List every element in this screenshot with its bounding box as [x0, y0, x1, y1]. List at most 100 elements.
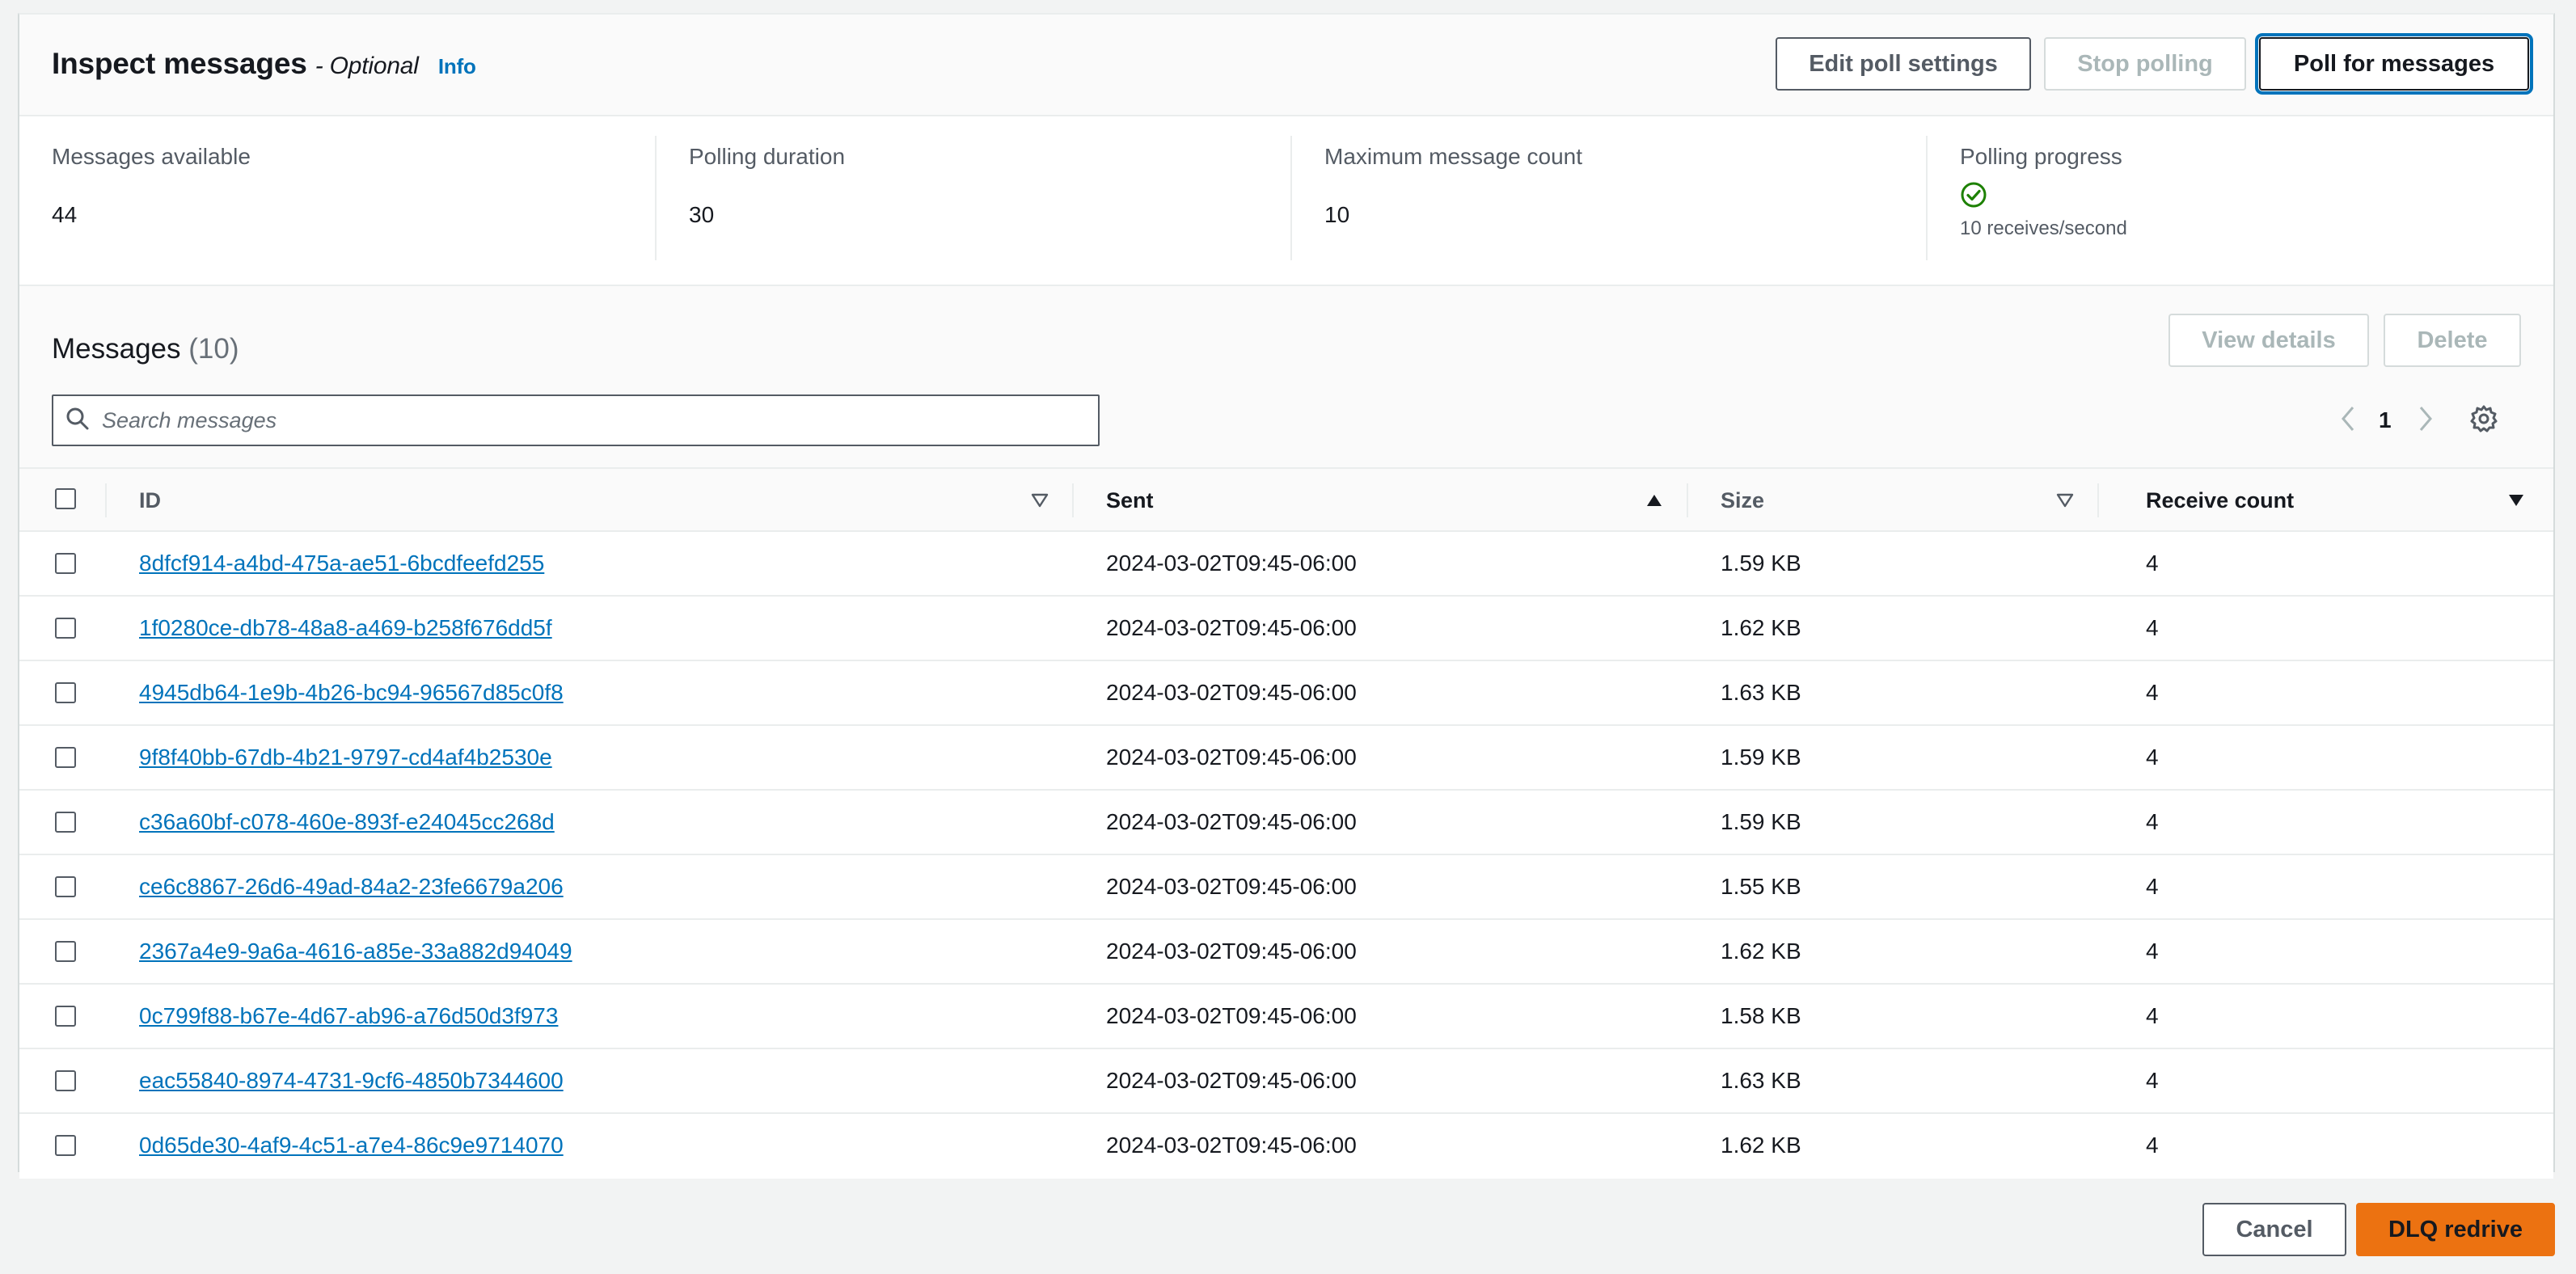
page-number[interactable]: 1 [2379, 407, 2392, 433]
table-row[interactable]: 0d65de30-4af9-4c51-a7e4-86c9e9714070 202… [19, 1114, 2553, 1179]
message-id-link[interactable]: 0c799f88-b67e-4d67-ab96-a76d50d3f973 [139, 1003, 558, 1029]
table-row[interactable]: ce6c8867-26d6-49ad-84a2-23fe6679a206 202… [19, 855, 2553, 920]
row-checkbox[interactable] [55, 1070, 76, 1091]
stat-value: 30 [689, 202, 715, 227]
message-id-link[interactable]: 1f0280ce-db78-48a8-a469-b258f676dd5f [139, 615, 552, 641]
stat-label: Polling duration [689, 144, 846, 169]
size-cell: 1.59 KB [1721, 745, 1801, 770]
message-id-link[interactable]: ce6c8867-26d6-49ad-84a2-23fe6679a206 [139, 874, 564, 900]
receive-count-cell: 4 [2146, 1068, 2159, 1093]
panel-title: Inspect messages - Optional Info [52, 47, 476, 81]
message-id-link[interactable]: 8dfcf914-a4bd-475a-ae51-6bcdfeefd255 [139, 551, 544, 576]
view-details-button[interactable]: View details [2168, 314, 2369, 367]
message-id-link[interactable]: eac55840-8974-4731-9cf6-4850b7344600 [139, 1068, 564, 1094]
stat-label: Messages available [52, 144, 251, 169]
sent-cell: 2024-03-02T09:45-06:00 [1106, 939, 1357, 964]
receive-count-cell: 4 [2146, 745, 2159, 770]
size-cell: 1.59 KB [1721, 809, 1801, 834]
receive-count-cell: 4 [2146, 809, 2159, 834]
poll-for-messages-button[interactable]: Poll for messages [2255, 33, 2533, 95]
stat-max-message-count: Maximum message count 10 [1290, 136, 1926, 260]
search-input[interactable] [102, 407, 1056, 433]
select-all-checkbox[interactable] [55, 488, 76, 509]
polling-rate: 10 receives/second [1960, 217, 2127, 239]
receive-count-cell: 4 [2146, 874, 2159, 899]
info-link[interactable]: Info [438, 54, 476, 78]
column-divider [1072, 483, 1074, 517]
column-header-sent[interactable]: Sent [1106, 469, 1154, 532]
messages-count: (10) [188, 333, 239, 365]
sent-cell: 2024-03-02T09:45-06:00 [1106, 745, 1357, 770]
sort-down-icon[interactable] [2055, 491, 2075, 513]
sent-cell: 2024-03-02T09:45-06:00 [1106, 1068, 1357, 1093]
table-row[interactable]: 4945db64-1e9b-4b26-bc94-96567d85c0f8 202… [19, 661, 2553, 726]
table-row[interactable]: eac55840-8974-4731-9cf6-4850b7344600 202… [19, 1049, 2553, 1114]
edit-poll-settings-button[interactable]: Edit poll settings [1776, 37, 2031, 91]
size-cell: 1.55 KB [1721, 874, 1801, 899]
table-row[interactable]: 2367a4e9-9a6a-4616-a85e-33a882d94049 202… [19, 920, 2553, 985]
search-box[interactable] [52, 394, 1100, 446]
size-cell: 1.62 KB [1721, 1133, 1801, 1158]
size-cell: 1.58 KB [1721, 1003, 1801, 1028]
column-divider [105, 483, 107, 517]
size-cell: 1.62 KB [1721, 939, 1801, 964]
row-checkbox[interactable] [55, 618, 76, 639]
gear-icon[interactable] [2469, 404, 2498, 437]
row-checkbox[interactable] [55, 941, 76, 962]
message-id-link[interactable]: 9f8f40bb-67db-4b21-9797-cd4af4b2530e [139, 745, 552, 770]
messages-title: Messages [52, 333, 181, 365]
row-checkbox[interactable] [55, 1135, 76, 1156]
message-id-link[interactable]: 0d65de30-4af9-4c51-a7e4-86c9e9714070 [139, 1133, 564, 1158]
table-row[interactable]: c36a60bf-c078-460e-893f-e24045cc268d 202… [19, 791, 2553, 855]
receive-count-cell: 4 [2146, 615, 2159, 640]
table-row[interactable]: 9f8f40bb-67db-4b21-9797-cd4af4b2530e 202… [19, 726, 2553, 791]
table-row[interactable]: 8dfcf914-a4bd-475a-ae51-6bcdfeefd255 202… [19, 532, 2553, 597]
stat-value: 10 [1324, 202, 1350, 227]
column-header-receive-count[interactable]: Receive count [2146, 469, 2294, 532]
sent-cell: 2024-03-02T09:45-06:00 [1106, 551, 1357, 576]
table-row[interactable]: 1f0280ce-db78-48a8-a469-b258f676dd5f 202… [19, 597, 2553, 661]
row-checkbox[interactable] [55, 1006, 76, 1027]
receive-count-cell: 4 [2146, 939, 2159, 964]
row-checkbox[interactable] [55, 682, 76, 703]
column-divider [2097, 483, 2099, 517]
sort-up-filled-icon[interactable] [1645, 491, 1664, 513]
delete-button[interactable]: Delete [2384, 314, 2521, 367]
receive-count-cell: 4 [2146, 1133, 2159, 1158]
sent-cell: 2024-03-02T09:45-06:00 [1106, 680, 1357, 705]
size-cell: 1.63 KB [1721, 680, 1801, 705]
row-checkbox[interactable] [55, 812, 76, 833]
column-header-size[interactable]: Size [1721, 469, 1764, 532]
receive-count-cell: 4 [2146, 551, 2159, 576]
table-header: ID Sent Size Receive count [19, 467, 2553, 532]
receive-count-cell: 4 [2146, 680, 2159, 705]
next-page-icon[interactable] [2413, 403, 2437, 439]
stat-messages-available: Messages available 44 [19, 136, 655, 260]
sent-cell: 2024-03-02T09:45-06:00 [1106, 874, 1357, 899]
row-checkbox[interactable] [55, 553, 76, 574]
message-id-link[interactable]: c36a60bf-c078-460e-893f-e24045cc268d [139, 809, 555, 835]
sent-cell: 2024-03-02T09:45-06:00 [1106, 809, 1357, 834]
previous-page-icon[interactable] [2337, 403, 2361, 439]
sort-down-filled-icon[interactable] [2506, 491, 2526, 513]
inspect-messages-panel: Inspect messages - Optional Info Edit po… [18, 13, 2555, 1179]
column-header-id[interactable]: ID [139, 469, 161, 532]
optional-label: - Optional [315, 53, 419, 79]
message-id-link[interactable]: 4945db64-1e9b-4b26-bc94-96567d85c0f8 [139, 680, 564, 706]
sent-cell: 2024-03-02T09:45-06:00 [1106, 1003, 1357, 1028]
table-row[interactable]: 0c799f88-b67e-4d67-ab96-a76d50d3f973 202… [19, 985, 2553, 1049]
search-icon [65, 406, 91, 436]
stat-value: 44 [52, 202, 78, 227]
sent-cell: 2024-03-02T09:45-06:00 [1106, 615, 1357, 640]
sort-down-icon[interactable] [1030, 491, 1049, 513]
panel-header: Inspect messages - Optional Info Edit po… [19, 15, 2553, 116]
row-checkbox[interactable] [55, 876, 76, 897]
cancel-button[interactable]: Cancel [2202, 1203, 2346, 1256]
stop-polling-button[interactable]: Stop polling [2044, 37, 2246, 91]
messages-toolbar: Messages (10) View details Delete 1 [19, 285, 2553, 467]
size-cell: 1.62 KB [1721, 615, 1801, 640]
row-checkbox[interactable] [55, 747, 76, 768]
message-id-link[interactable]: 2367a4e9-9a6a-4616-a85e-33a882d94049 [139, 939, 572, 964]
dlq-redrive-button[interactable]: DLQ redrive [2356, 1203, 2555, 1256]
title-text: Inspect messages [52, 47, 307, 80]
